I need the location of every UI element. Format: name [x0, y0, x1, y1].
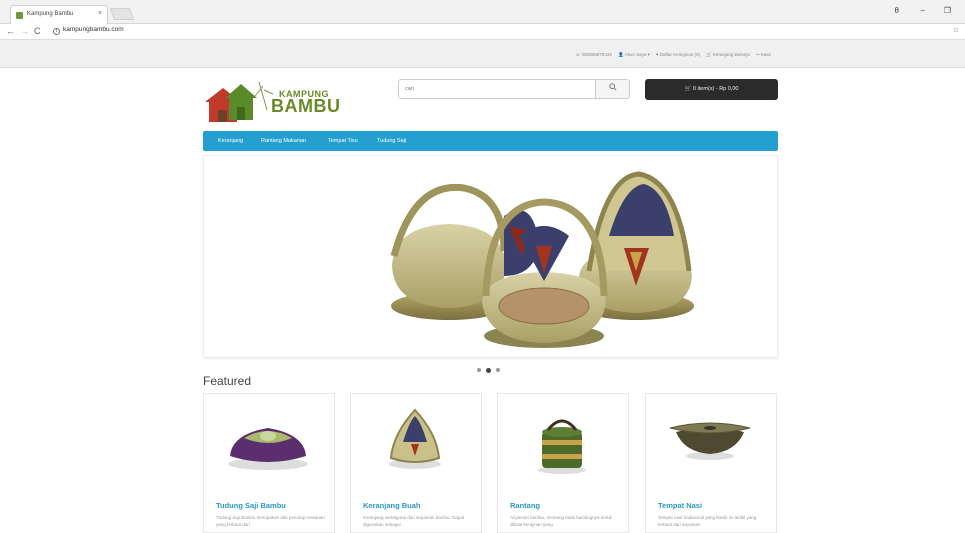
product-title[interactable]: Tempat Nasi — [658, 501, 702, 510]
shopping-cart-label: Keranjang Belanja — [712, 52, 750, 57]
minimize-icon[interactable]: – — [921, 6, 925, 15]
product-title[interactable]: Keranjang Buah — [363, 501, 421, 510]
wishlist-label: Daftar Keinginan (0) — [659, 52, 701, 57]
tab-title: Kampung Bambu — [27, 11, 74, 17]
wishlist-link[interactable]: ♥ Daftar Keinginan (0) — [656, 52, 700, 58]
profile-icon[interactable]: θ — [895, 6, 899, 15]
logo-text-bambu: BAMBU — [271, 96, 341, 116]
forward-icon[interactable]: → — [20, 26, 29, 36]
url-field[interactable]: i kampungbambu.com — [53, 26, 124, 35]
account-link[interactable]: 👤 Akun Saya ▾ — [618, 52, 650, 58]
shopping-cart-link[interactable]: 🛒 Keranjang Belanja — [706, 52, 750, 58]
site-logo[interactable]: KAMPUNG BAMBU — [203, 80, 343, 125]
menu-item-tudung-saji[interactable]: Tudung Saji — [377, 138, 406, 144]
back-icon[interactable]: ← — [6, 26, 15, 36]
product-card[interactable]: Rantang Anyaman bambu, memang tiada band… — [497, 393, 629, 533]
bookmark-star-icon[interactable]: ☆ — [953, 26, 959, 34]
phone-label: 083856878432 — [581, 52, 612, 57]
account-label: Akun Saya ▾ — [624, 52, 650, 57]
product-card[interactable]: Keranjang Buah Keranjang serbaguna dari … — [350, 393, 482, 533]
product-image[interactable] — [646, 394, 776, 486]
favicon-icon — [16, 12, 23, 19]
site-top-bar: ☏ 083856878432 👤 Akun Saya ▾ ♥ Daftar Ke… — [0, 40, 965, 68]
product-title[interactable]: Tudung Saji Bambu — [216, 501, 286, 510]
info-icon[interactable]: i — [53, 28, 60, 35]
hero-slider[interactable] — [203, 155, 778, 358]
featured-heading: Featured — [203, 374, 252, 388]
menu-item-keranjang[interactable]: Keranjang — [218, 138, 243, 144]
search-button[interactable] — [595, 80, 629, 98]
product-title[interactable]: Rantang — [510, 501, 540, 510]
slider-dot[interactable] — [496, 368, 500, 372]
reload-icon[interactable]: C — [34, 26, 41, 36]
product-card[interactable]: Tempat Nasi Tempat nasi tradisional yang… — [645, 393, 777, 533]
checkout-label: Kasir — [760, 52, 771, 57]
product-description: Keranjang serbaguna dari anyaman bambu. … — [363, 515, 465, 527]
product-description: Tudung Saji Bambu merupakan alat penutup… — [216, 515, 325, 527]
maximize-icon[interactable]: ❐ — [944, 6, 951, 15]
new-tab-button[interactable] — [109, 8, 135, 20]
search-input[interactable] — [399, 80, 594, 98]
product-image[interactable] — [498, 394, 628, 486]
main-menu: Keranjang Rantang Makanan Tempat Tisu Tu… — [203, 131, 778, 151]
cart-label: 0 item(s) - Rp 0,00 — [692, 86, 739, 92]
top-links: ☏ 083856878432 👤 Akun Saya ▾ ♥ Daftar Ke… — [575, 52, 771, 58]
hero-baskets-image — [390, 171, 694, 348]
product-description: Tempat nasi tradisional yang klasik ini … — [658, 515, 757, 527]
menu-item-tempat-tisu[interactable]: Tempat Tisu — [328, 138, 358, 144]
product-description: Anyaman bambu, memang tiada bandingnya u… — [510, 515, 612, 527]
checkout-link[interactable]: ↪ Kasir — [756, 52, 771, 58]
product-card[interactable]: Tudung Saji Bambu Tudung Saji Bambu meru… — [203, 393, 335, 533]
phone-link[interactable]: ☏ 083856878432 — [575, 52, 612, 58]
slider-dot-active[interactable] — [486, 367, 491, 373]
product-image[interactable] — [204, 394, 334, 486]
browser-tab-strip: Kampung Bambu × θ – ❐ — [0, 0, 965, 24]
browser-tab[interactable]: Kampung Bambu × — [10, 5, 108, 24]
tab-close-icon[interactable]: × — [98, 10, 102, 17]
cart-button[interactable]: 🛒 0 item(s) - Rp 0,00 — [645, 79, 778, 100]
menu-item-rantang-makanan[interactable]: Rantang Makanan — [261, 138, 306, 144]
address-bar: ← → C i kampungbambu.com ☆ — [0, 24, 965, 40]
slider-pagination — [477, 367, 500, 373]
search-box — [398, 79, 630, 99]
url-text: kampungbambu.com — [63, 26, 124, 33]
search-icon — [608, 83, 617, 91]
slider-dot[interactable] — [477, 368, 481, 372]
product-image[interactable] — [351, 394, 481, 486]
cart-icon: 🛒 — [684, 86, 692, 92]
